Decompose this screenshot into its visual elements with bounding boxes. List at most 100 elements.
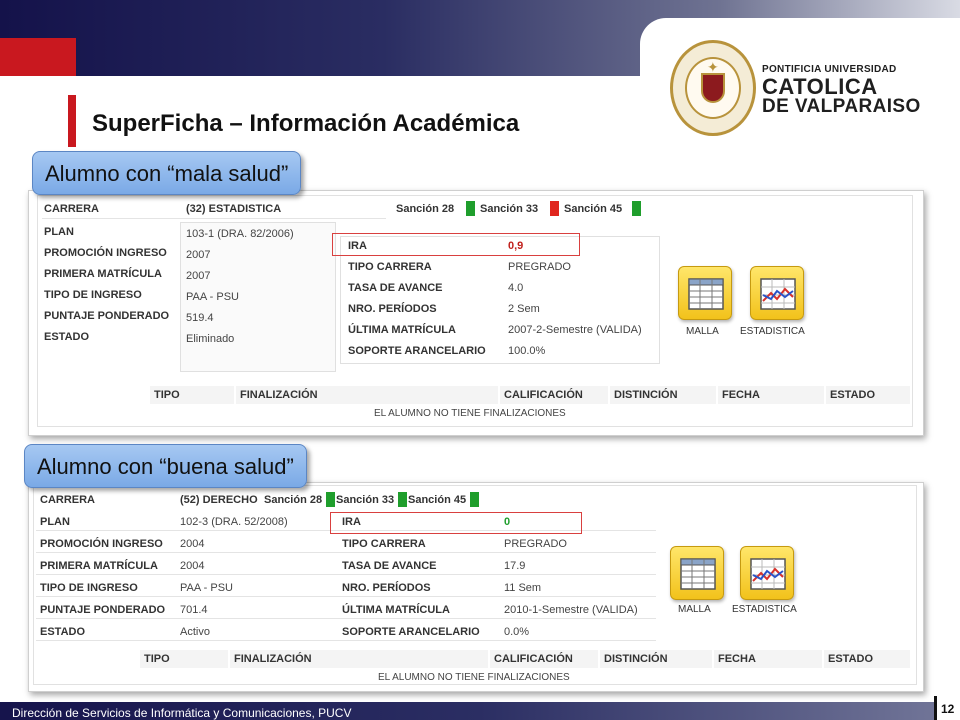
line-chart-icon — [750, 558, 786, 590]
sancion-45-flag — [470, 492, 479, 507]
sancion-45-label: Sanción 45 — [408, 494, 467, 506]
callout-bad-health: Alumno con “mala salud” — [32, 151, 302, 195]
plan-label: PLAN — [40, 516, 70, 528]
primera-matricula-label: PRIMERA MATRÍCULA — [40, 560, 158, 572]
carrera-label: CARRERA — [40, 494, 95, 506]
estadistica-button[interactable] — [750, 266, 804, 320]
student-bad-panel: CARRERA (32) ESTADISTICA Sanción 28 Sanc… — [28, 190, 924, 436]
carrera-row-divider — [42, 218, 386, 219]
col-fecha: FECHA — [714, 650, 822, 668]
estado-value: Activo — [180, 626, 210, 638]
puntaje-label: PUNTAJE PONDERADO — [40, 604, 166, 616]
sancion-33-flag — [550, 201, 559, 216]
primera-matricula-label: PRIMERA MATRÍCULA — [44, 268, 162, 280]
promocion-value: 2007 — [186, 249, 211, 261]
ultima-matricula-label: ÚLTIMA MATRÍCULA — [348, 324, 456, 336]
title-accent-bar — [68, 95, 76, 147]
estado-value: Eliminado — [186, 333, 235, 345]
ira-label: IRA — [342, 516, 361, 528]
tipo-ingreso-label: TIPO DE INGRESO — [44, 289, 142, 301]
ira-value: 0,9 — [508, 240, 524, 252]
malla-label: MALLA — [686, 326, 719, 337]
malla-label: MALLA — [678, 604, 711, 615]
estadistica-button[interactable] — [740, 546, 794, 600]
sancion-28-flag — [466, 201, 475, 216]
tasa-avance-value: 4.0 — [508, 282, 524, 294]
col-calificacion: CALIFICACIÓN — [490, 650, 598, 668]
nro-periodos-label: NRO. PERÍODOS — [348, 303, 437, 315]
carrera-value: (32) ESTADISTICA — [186, 203, 282, 215]
university-seal-icon: ✦ — [670, 40, 756, 136]
soporte-arancelario-label: SOPORTE ARANCELARIO — [348, 345, 486, 357]
row-divider-3 — [36, 574, 656, 575]
estado-label: ESTADO — [44, 331, 90, 343]
col-distincion: DISTINCIÓN — [600, 650, 712, 668]
malla-button[interactable] — [670, 546, 724, 600]
puntaje-value: 519.4 — [186, 312, 214, 324]
soporte-arancelario-label: SOPORTE ARANCELARIO — [342, 626, 480, 638]
ultima-matricula-label: ÚLTIMA MATRÍCULA — [342, 604, 450, 616]
malla-button[interactable] — [678, 266, 732, 320]
student-good-card: CARRERA (52) DERECHO Sanción 28 Sanción … — [33, 485, 917, 685]
tasa-avance-value: 17.9 — [504, 560, 526, 572]
ira-highlight — [330, 512, 582, 534]
sancion-28-flag — [326, 492, 335, 507]
sancion-28-label: Sanción 28 — [264, 494, 323, 506]
col-finalizacion: FINALIZACIÓN — [230, 650, 488, 668]
tipo-carrera-label: TIPO CARRERA — [348, 261, 432, 273]
finalizaciones-empty-note: EL ALUMNO NO TIENE FINALIZACIONES — [374, 408, 566, 419]
row-divider-4 — [36, 596, 656, 597]
student-good-panel: CARRERA (52) DERECHO Sanción 28 Sanción … — [28, 482, 924, 692]
sancion-45-label: Sanción 45 — [564, 203, 623, 215]
promocion-value: 2004 — [180, 538, 205, 550]
plan-value: 102-3 (DRA. 52/2008) — [180, 516, 288, 528]
soporte-arancelario-value: 0.0% — [504, 626, 530, 638]
plan-label: PLAN — [44, 226, 74, 238]
student-bad-card: CARRERA (32) ESTADISTICA Sanción 28 Sanc… — [37, 195, 913, 427]
col-estado: ESTADO — [824, 650, 910, 668]
grid-table-icon — [688, 278, 724, 310]
plan-value: 103-1 (DRA. 82/2006) — [186, 228, 294, 240]
nro-periodos-value: 11 Sem — [504, 582, 542, 594]
sancion-28-label: Sanción 28 — [396, 203, 455, 215]
tasa-avance-label: TASA DE AVANCE — [342, 560, 437, 572]
estado-label: ESTADO — [40, 626, 86, 638]
tipo-ingreso-value: PAA - PSU — [186, 291, 239, 303]
sancion-33-flag — [398, 492, 407, 507]
primera-matricula-value: 2004 — [180, 560, 205, 572]
ira-label: IRA — [348, 240, 367, 252]
estadistica-label: ESTADISTICA — [732, 604, 797, 615]
col-calificacion: CALIFICACIÓN — [500, 386, 608, 404]
col-finalizacion: FINALIZACIÓN — [236, 386, 498, 404]
sancion-45-flag — [632, 201, 641, 216]
page-number: 12 — [941, 702, 955, 716]
tipo-carrera-value: PREGRADO — [504, 538, 567, 550]
finalizaciones-empty-note: EL ALUMNO NO TIENE FINALIZACIONES — [378, 672, 570, 683]
row-divider-5 — [36, 618, 656, 619]
ira-value: 0 — [504, 516, 511, 528]
puntaje-label: PUNTAJE PONDERADO — [44, 310, 170, 322]
promocion-label: PROMOCIÓN INGRESO — [44, 247, 167, 259]
tipo-ingreso-value: PAA - PSU — [180, 582, 233, 594]
sancion-33-label: Sanción 33 — [336, 494, 395, 506]
grid-table-icon — [680, 558, 716, 590]
row-divider-6 — [36, 640, 656, 641]
ira-highlight — [332, 233, 580, 256]
logo-line-3: DE VALPARAISO — [762, 96, 921, 117]
tipo-ingreso-label: TIPO DE INGRESO — [40, 582, 138, 594]
ultima-matricula-value: 2010-1-Semestre (VALIDA) — [504, 604, 638, 616]
col-distincion: DISTINCIÓN — [610, 386, 716, 404]
estadistica-label: ESTADISTICA — [740, 326, 805, 337]
tipo-carrera-value: PREGRADO — [508, 261, 571, 273]
ultima-matricula-value: 2007-2-Semestre (VALIDA) — [508, 324, 642, 336]
footer-text: Dirección de Servicios de Informática y … — [12, 706, 352, 720]
promocion-label: PROMOCIÓN INGRESO — [40, 538, 163, 550]
tipo-carrera-label: TIPO CARRERA — [342, 538, 426, 550]
line-chart-icon — [760, 278, 796, 310]
seal-inner-ring: ✦ — [685, 57, 741, 119]
col-tipo: TIPO — [140, 650, 228, 668]
col-estado: ESTADO — [826, 386, 910, 404]
nro-periodos-label: NRO. PERÍODOS — [342, 582, 431, 594]
col-fecha: FECHA — [718, 386, 824, 404]
carrera-value: (52) DERECHO — [180, 494, 258, 506]
